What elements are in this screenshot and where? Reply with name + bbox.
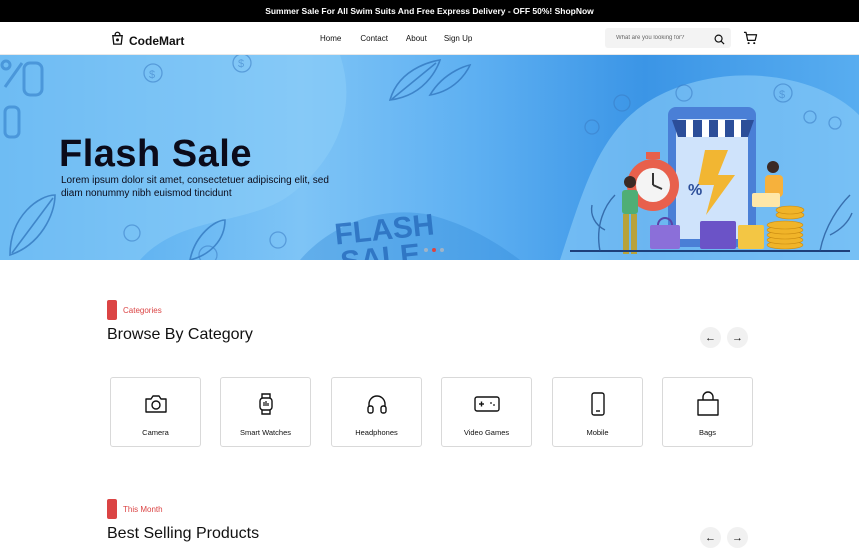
- nav-about[interactable]: About: [406, 34, 427, 43]
- search-input[interactable]: [605, 35, 705, 41]
- category-label: Bags: [698, 428, 717, 437]
- best-selling-tag: This Month: [107, 499, 163, 519]
- search-box: [605, 28, 731, 48]
- best-selling-arrows: ← →: [700, 527, 748, 548]
- brand-name: CodeMart: [129, 34, 185, 48]
- svg-text:%: %: [688, 182, 702, 199]
- category-mobile[interactable]: Mobile: [552, 377, 643, 447]
- categories-next-button[interactable]: →: [727, 327, 748, 348]
- slider-dot-3[interactable]: [440, 248, 444, 252]
- slider-dot-1[interactable]: [424, 248, 428, 252]
- best-selling-tag-label: This Month: [123, 504, 163, 514]
- categories-tag: Categories: [107, 300, 162, 320]
- brand-logo[interactable]: CodeMart: [110, 31, 184, 51]
- hero-banner[interactable]: $ $ $ FLASH SALE % Flash Sale Lorem ipsu…: [0, 55, 859, 260]
- categories-tag-label: Categories: [123, 305, 162, 315]
- tag-marker: [107, 300, 117, 320]
- cart-icon[interactable]: [743, 31, 758, 50]
- nav-home[interactable]: Home: [320, 34, 341, 43]
- category-headphones[interactable]: Headphones: [331, 377, 422, 447]
- main-nav: Home Contact About Sign Up: [320, 34, 472, 43]
- best-selling-next-button[interactable]: →: [727, 527, 748, 548]
- shop-bag-icon: [110, 31, 125, 51]
- phone-icon: [590, 392, 606, 416]
- bag-icon: [696, 391, 720, 416]
- slider-dot-2[interactable]: [432, 248, 436, 252]
- search-icon[interactable]: [714, 32, 725, 50]
- camera-icon: [144, 392, 168, 416]
- slider-dots: [424, 248, 444, 252]
- category-label: Video Games: [463, 428, 510, 437]
- category-video-games[interactable]: Video Games: [441, 377, 532, 447]
- announcement-bar: Summer Sale For All Swim Suits And Free …: [0, 0, 859, 22]
- svg-text:$: $: [238, 58, 244, 70]
- headphones-icon: [366, 392, 388, 416]
- category-bags[interactable]: Bags: [662, 377, 753, 447]
- gamepad-icon: [473, 392, 500, 416]
- categories-arrows: ← →: [700, 327, 748, 348]
- tag-marker: [107, 499, 117, 519]
- nav-contact[interactable]: Contact: [360, 34, 388, 43]
- best-selling-title: Best Selling Products: [107, 525, 260, 542]
- site-header: CodeMart Home Contact About Sign Up: [0, 22, 859, 55]
- svg-text:$: $: [149, 69, 155, 81]
- categories-prev-button[interactable]: ←: [700, 327, 721, 348]
- category-camera[interactable]: Camera: [110, 377, 201, 447]
- svg-text:$: $: [779, 89, 785, 101]
- announcement-text: Summer Sale For All Swim Suits And Free …: [265, 6, 594, 16]
- category-label: Mobile: [586, 428, 609, 437]
- category-label: Smart Watches: [240, 428, 291, 437]
- category-label: Camera: [142, 428, 169, 437]
- category-label: Headphones: [355, 428, 398, 437]
- nav-sign-up[interactable]: Sign Up: [444, 34, 472, 43]
- categories-title: Browse By Category: [107, 326, 253, 343]
- smartwatch-icon: [257, 392, 275, 416]
- hero-subtitle: Lorem ipsum dolor sit amet, consectetuer…: [61, 175, 329, 199]
- best-selling-prev-button[interactable]: ←: [700, 527, 721, 548]
- hero-title: Flash Sale: [59, 133, 252, 175]
- category-smart-watches[interactable]: Smart Watches: [220, 377, 311, 447]
